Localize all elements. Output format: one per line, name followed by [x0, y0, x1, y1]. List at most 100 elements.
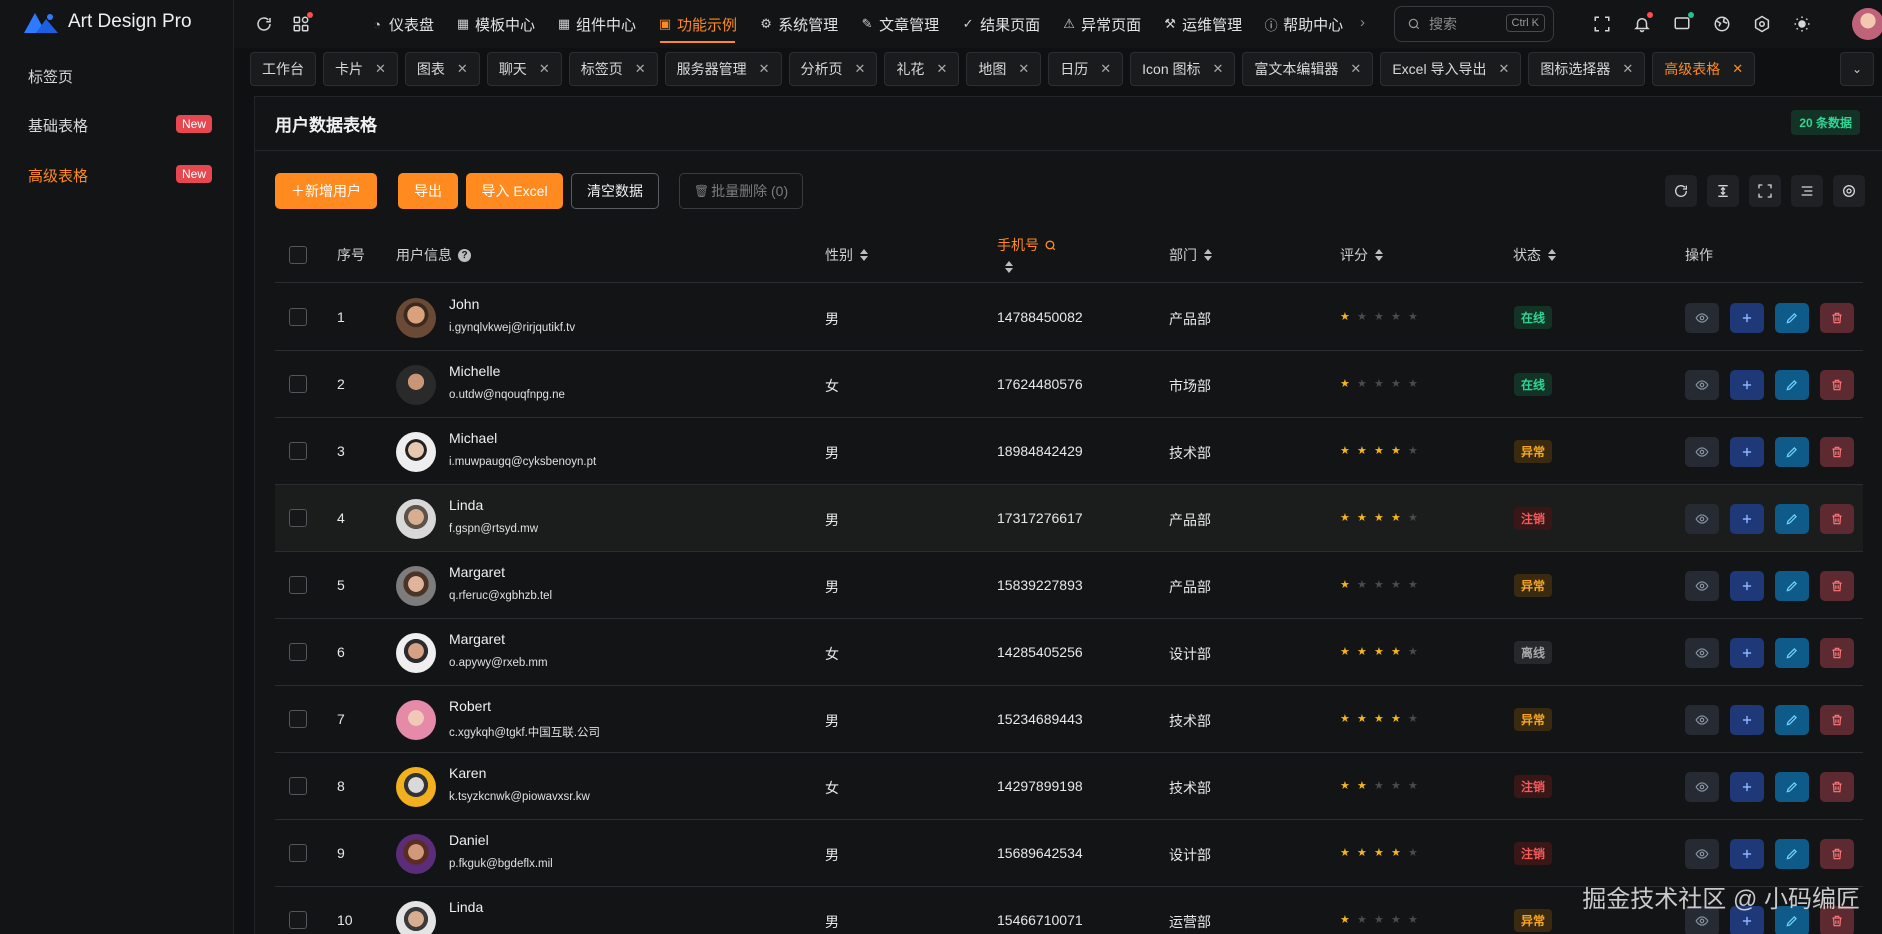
- star-icon[interactable]: ★: [1408, 377, 1419, 391]
- star-icon[interactable]: ★: [1374, 712, 1385, 726]
- row-checkbox[interactable]: [289, 442, 307, 460]
- table-row[interactable]: 2 Michelle o.utdw@nqouqfnpg.ne 女 17624480576…: [275, 351, 1863, 418]
- sort-icon[interactable]: [1204, 249, 1213, 261]
- search-icon[interactable]: [1044, 239, 1057, 252]
- add-button[interactable]: [1730, 839, 1764, 869]
- table-settings-icon[interactable]: [1833, 175, 1865, 207]
- add-button[interactable]: [1730, 571, 1764, 601]
- table-row[interactable]: 5 Margaret q.rferuc@xgbhzb.tel 男 15839227893…: [275, 552, 1863, 619]
- tab[interactable]: 图表 ✕: [404, 52, 480, 86]
- star-icon[interactable]: ★: [1391, 310, 1402, 324]
- star-icon[interactable]: ★: [1374, 444, 1385, 458]
- delete-button[interactable]: [1820, 638, 1854, 668]
- add-button[interactable]: [1730, 772, 1764, 802]
- theme-sun-icon[interactable]: [1790, 12, 1814, 36]
- tab[interactable]: 卡片 ✕: [323, 52, 398, 86]
- star-icon[interactable]: ★: [1340, 511, 1351, 525]
- star-icon[interactable]: ★: [1340, 645, 1351, 659]
- star-icon[interactable]: ★: [1340, 444, 1351, 458]
- star-icon[interactable]: ★: [1357, 846, 1368, 860]
- menu-templates[interactable]: ▦ 模板中心: [445, 0, 546, 48]
- edit-button[interactable]: [1775, 705, 1809, 735]
- star-icon[interactable]: ★: [1391, 846, 1402, 860]
- rating[interactable]: ★ ★ ★ ★ ★: [1340, 310, 1425, 324]
- col-score[interactable]: 评分: [1340, 245, 1384, 265]
- app-logo[interactable]: Art Design Pro: [24, 10, 192, 34]
- star-icon[interactable]: ★: [1408, 645, 1419, 659]
- tab[interactable]: 聊天 ✕: [486, 52, 562, 86]
- close-icon[interactable]: ✕: [457, 61, 468, 77]
- view-button[interactable]: [1685, 772, 1719, 802]
- tab[interactable]: 富文本编辑器 ✕: [1242, 52, 1374, 86]
- close-icon[interactable]: ✕: [1350, 61, 1361, 77]
- star-icon[interactable]: ★: [1374, 779, 1385, 793]
- sidebar-item-tabs[interactable]: 标签页: [0, 52, 234, 100]
- close-icon[interactable]: ✕: [1100, 61, 1111, 77]
- close-icon[interactable]: ✕: [855, 61, 866, 77]
- language-icon[interactable]: [1710, 12, 1734, 36]
- tab[interactable]: Excel 导入导出 ✕: [1380, 52, 1522, 86]
- tab[interactable]: 标签页 ✕: [568, 52, 658, 86]
- delete-button[interactable]: [1820, 772, 1854, 802]
- add-button[interactable]: [1730, 303, 1764, 333]
- col-phone[interactable]: 手机号: [997, 235, 1057, 273]
- star-icon[interactable]: ★: [1408, 310, 1419, 324]
- star-icon[interactable]: ★: [1340, 913, 1351, 927]
- table-row[interactable]: 4 Linda f.gspn@rtsyd.mw 男 17317276617 产品部 ★ ★ ★ ★…: [275, 485, 1863, 552]
- menu-components[interactable]: ▦ 组件中心: [546, 0, 647, 48]
- row-checkbox[interactable]: [289, 509, 307, 527]
- row-checkbox[interactable]: [289, 375, 307, 393]
- bell-icon[interactable]: [1630, 12, 1654, 36]
- batch-delete-button[interactable]: 🗑 批量删除 (0): [679, 173, 803, 209]
- apps-icon[interactable]: [289, 12, 313, 36]
- edit-button[interactable]: [1775, 370, 1809, 400]
- star-icon[interactable]: ★: [1391, 444, 1402, 458]
- star-icon[interactable]: ★: [1391, 511, 1402, 525]
- rating[interactable]: ★ ★ ★ ★ ★: [1340, 511, 1425, 525]
- col-status[interactable]: 状态: [1513, 245, 1557, 265]
- export-button[interactable]: 导出: [398, 173, 458, 209]
- chevron-down-icon[interactable]: ⌄: [1840, 52, 1874, 86]
- star-icon[interactable]: ★: [1340, 310, 1351, 324]
- add-button[interactable]: [1730, 638, 1764, 668]
- col-gender[interactable]: 性别: [825, 245, 869, 265]
- add-button[interactable]: [1730, 437, 1764, 467]
- view-button[interactable]: [1685, 638, 1719, 668]
- star-icon[interactable]: ★: [1340, 712, 1351, 726]
- star-icon[interactable]: ★: [1408, 444, 1419, 458]
- row-checkbox[interactable]: [289, 576, 307, 594]
- add-button[interactable]: [1730, 370, 1764, 400]
- row-height-icon[interactable]: [1707, 175, 1739, 207]
- tab[interactable]: 高级表格 ✕: [1652, 52, 1756, 86]
- star-icon[interactable]: ★: [1340, 578, 1351, 592]
- star-icon[interactable]: ★: [1374, 645, 1385, 659]
- star-icon[interactable]: ★: [1391, 377, 1402, 391]
- sort-icon[interactable]: [1375, 249, 1384, 261]
- sidebar-item-advanced-table[interactable]: 高级表格 New: [0, 151, 234, 199]
- star-icon[interactable]: ★: [1374, 377, 1385, 391]
- close-icon[interactable]: ✕: [539, 61, 550, 77]
- menu-exceptions[interactable]: ⚠ 异常页面: [1051, 0, 1152, 48]
- settings-icon[interactable]: [1750, 12, 1774, 36]
- delete-button[interactable]: [1820, 504, 1854, 534]
- star-icon[interactable]: ★: [1408, 913, 1419, 927]
- close-icon[interactable]: ✕: [1213, 61, 1224, 77]
- star-icon[interactable]: ★: [1374, 913, 1385, 927]
- search-input[interactable]: 搜索 Ctrl K: [1394, 6, 1554, 42]
- close-icon[interactable]: ✕: [1732, 61, 1743, 77]
- fullscreen-icon[interactable]: [1590, 12, 1614, 36]
- row-checkbox[interactable]: [289, 911, 307, 929]
- star-icon[interactable]: ★: [1408, 712, 1419, 726]
- row-checkbox[interactable]: [289, 844, 307, 862]
- star-icon[interactable]: ★: [1357, 511, 1368, 525]
- add-button[interactable]: [1730, 504, 1764, 534]
- chat-icon[interactable]: [1670, 12, 1694, 36]
- row-checkbox[interactable]: [289, 777, 307, 795]
- delete-button[interactable]: [1820, 839, 1854, 869]
- close-icon[interactable]: ✕: [1622, 61, 1633, 77]
- fullscreen-table-icon[interactable]: [1749, 175, 1781, 207]
- tab[interactable]: 工作台: [250, 52, 316, 86]
- tab[interactable]: 服务器管理 ✕: [664, 52, 782, 86]
- columns-icon[interactable]: [1791, 175, 1823, 207]
- sort-icon[interactable]: [1548, 249, 1557, 261]
